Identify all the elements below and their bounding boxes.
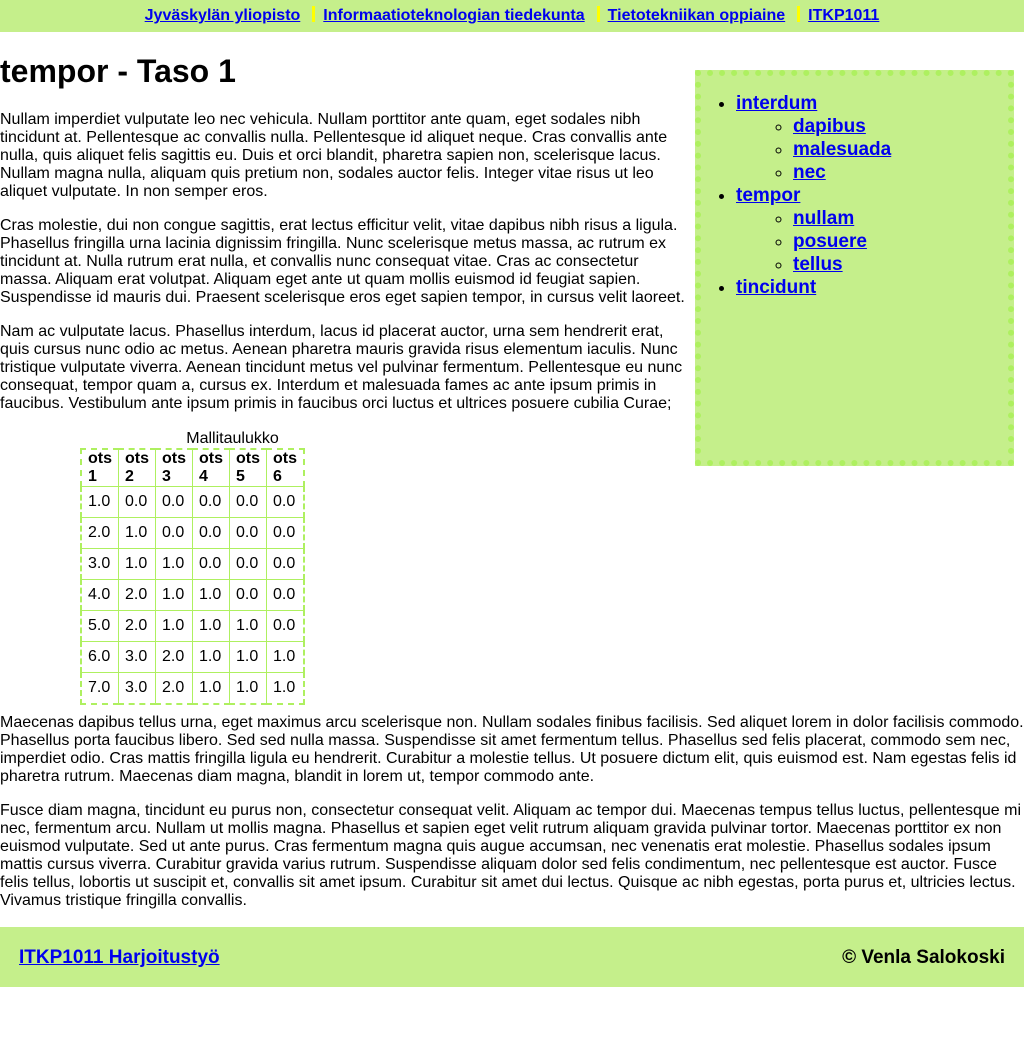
sidebar-navigation: interdum dapibus malesuada nec tempor nu…	[695, 70, 1014, 466]
column-header: ots 4	[192, 448, 230, 487]
paragraph: Cras molestie, dui non congue sagittis, …	[0, 217, 685, 306]
sidebar-link-tempor[interactable]: tempor	[736, 185, 800, 206]
sidebar-subitem: malesuada	[793, 138, 1008, 161]
table-cell: 2.0	[155, 672, 193, 704]
table-cell: 0.0	[229, 548, 267, 580]
sidebar-link-malesuada[interactable]: malesuada	[793, 139, 891, 160]
table-cell: 1.0	[155, 579, 193, 611]
footer: ITKP1011 Harjoitustyö © Venla Salokoski	[0, 927, 1024, 987]
page-title: tempor - Taso 1	[0, 53, 236, 89]
lower-content: Maecenas dapibus tellus urna, eget maxim…	[0, 714, 1024, 926]
table-row: 2.0 1.0 0.0 0.0 0.0 0.0	[80, 517, 305, 549]
paragraph: Maecenas dapibus tellus urna, eget maxim…	[0, 714, 1024, 785]
nav-link-faculty[interactable]: Informaatioteknologian tiedekunta	[323, 7, 584, 24]
table-cell: 0.0	[229, 579, 267, 611]
table-cell: 1.0	[229, 641, 267, 673]
sidebar-submenu: nullam posuere tellus	[736, 207, 1008, 276]
table-row: 5.0 2.0 1.0 1.0 1.0 0.0	[80, 610, 305, 642]
column-header: ots 5	[229, 448, 267, 487]
sidebar-link-tincidunt[interactable]: tincidunt	[736, 277, 816, 298]
table-cell: 3.0	[118, 641, 156, 673]
table-row: 7.0 3.0 2.0 1.0 1.0 1.0	[80, 672, 305, 704]
main-content: Nullam imperdiet vulputate leo nec vehic…	[0, 111, 690, 429]
table-row: 4.0 2.0 1.0 1.0 0.0 0.0	[80, 579, 305, 611]
nav-link-university[interactable]: Jyväskylän yliopisto	[145, 7, 301, 24]
sidebar-subitem: nec	[793, 161, 1008, 184]
paragraph: Nullam imperdiet vulputate leo nec vehic…	[0, 111, 668, 200]
sidebar-subitem: nullam	[793, 207, 1008, 230]
table-cell: 3.0	[80, 548, 119, 580]
table-cell: 0.0	[229, 517, 267, 549]
sidebar-subitem: tellus	[793, 253, 1008, 276]
sidebar-link-posuere[interactable]: posuere	[793, 231, 867, 252]
sidebar-item: interdum dapibus malesuada nec	[736, 92, 1008, 184]
nav-separator	[312, 6, 316, 22]
sidebar-submenu: dapibus malesuada nec	[736, 115, 1008, 184]
sidebar-item: tempor nullam posuere tellus	[736, 184, 1008, 276]
table-cell: 3.0	[118, 672, 156, 704]
table-cell: 2.0	[80, 517, 119, 549]
sidebar-item: tincidunt	[736, 276, 1008, 299]
table-cell: 1.0	[192, 641, 230, 673]
table-cell: 1.0	[192, 579, 230, 611]
paragraph: Fusce diam magna, tincidunt eu purus non…	[0, 802, 1021, 909]
table-cell: 0.0	[229, 486, 267, 518]
table-cell: 0.0	[266, 486, 305, 518]
table-cell: 1.0	[229, 610, 267, 642]
table-row: 1.0 0.0 0.0 0.0 0.0 0.0	[80, 486, 305, 518]
nav-separator	[596, 6, 600, 22]
nav-separator	[797, 6, 801, 22]
table-cell: 1.0	[118, 548, 156, 580]
top-navigation: Jyväskylän yliopisto Informaatioteknologi…	[0, 0, 1024, 32]
table-caption: Mallitaulukko	[186, 430, 279, 447]
table-cell: 2.0	[118, 579, 156, 611]
table-cell: 1.0	[192, 672, 230, 704]
column-header: ots 6	[266, 448, 305, 487]
table-cell: 1.0	[155, 548, 193, 580]
table-cell: 1.0	[80, 486, 119, 518]
table-cell: 0.0	[192, 486, 230, 518]
table-cell: 0.0	[155, 517, 193, 549]
table-cell: 5.0	[80, 610, 119, 642]
sidebar-link-tellus[interactable]: tellus	[793, 254, 843, 275]
sidebar-link-nec[interactable]: nec	[793, 162, 826, 183]
table-cell: 1.0	[118, 517, 156, 549]
table-header-row: ots 1 ots 2 ots 3 ots 4 ots 5 ots 6	[80, 448, 305, 487]
table-cell: 0.0	[155, 486, 193, 518]
table-cell: 0.0	[266, 517, 305, 549]
column-header: ots 3	[155, 448, 193, 487]
table-cell: 0.0	[192, 548, 230, 580]
column-header: ots 2	[118, 448, 156, 487]
nav-link-department[interactable]: Tietotekniikan oppiaine	[608, 7, 786, 24]
table-cell: 1.0	[192, 610, 230, 642]
table-cell: 1.0	[229, 672, 267, 704]
sidebar-subitem: dapibus	[793, 115, 1008, 138]
table-cell: 1.0	[266, 641, 305, 673]
sidebar-menu: interdum dapibus malesuada nec tempor nu…	[701, 76, 1008, 299]
sidebar-link-dapibus[interactable]: dapibus	[793, 116, 866, 137]
table-cell: 0.0	[266, 548, 305, 580]
table-row: 3.0 1.0 1.0 0.0 0.0 0.0	[80, 548, 305, 580]
sidebar-subitem: posuere	[793, 230, 1008, 253]
table-cell: 2.0	[118, 610, 156, 642]
table-cell: 0.0	[266, 579, 305, 611]
sample-table: ots 1 ots 2 ots 3 ots 4 ots 5 ots 6 1.0 …	[80, 448, 305, 705]
table-cell: 7.0	[80, 672, 119, 704]
table-cell: 0.0	[266, 610, 305, 642]
table-cell: 4.0	[80, 579, 119, 611]
copyright-text: © Venla Salokoski	[842, 947, 1005, 968]
sidebar-link-interdum[interactable]: interdum	[736, 93, 817, 114]
nav-link-course[interactable]: ITKP1011	[808, 7, 879, 24]
footer-course-link[interactable]: ITKP1011 Harjoitustyö	[19, 947, 220, 969]
table-cell: 1.0	[155, 610, 193, 642]
table-cell: 0.0	[192, 517, 230, 549]
column-header: ots 1	[80, 448, 119, 487]
sidebar-link-nullam[interactable]: nullam	[793, 208, 854, 229]
table-cell: 6.0	[80, 641, 119, 673]
table-row: 6.0 3.0 2.0 1.0 1.0 1.0	[80, 641, 305, 673]
table-cell: 1.0	[266, 672, 305, 704]
table-cell: 2.0	[155, 641, 193, 673]
paragraph: Nam ac vulputate lacus. Phasellus interd…	[0, 323, 683, 412]
table-cell: 0.0	[118, 486, 156, 518]
